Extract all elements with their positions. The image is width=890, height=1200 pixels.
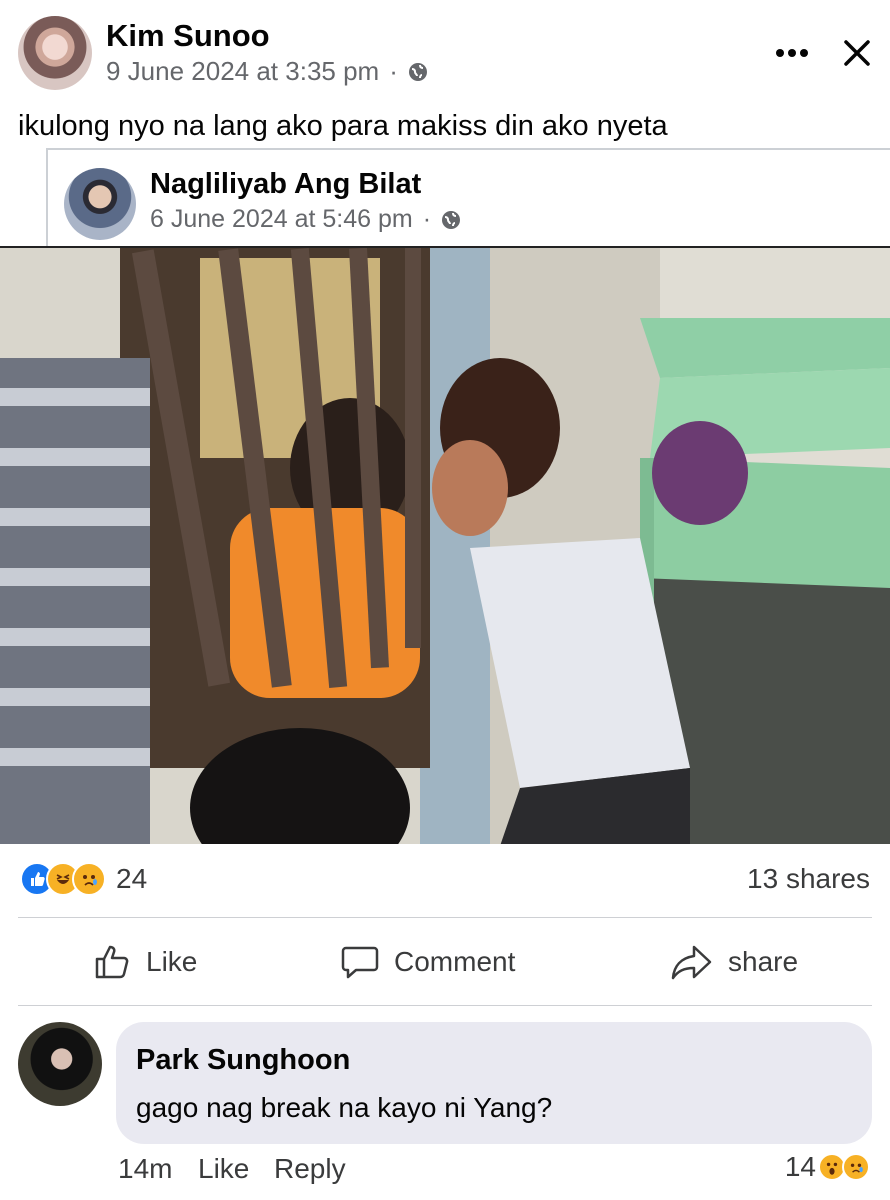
comment-like-button[interactable]: Like [198,1153,249,1185]
post-meta: 9 June 2024 at 3:35 pm · [106,56,428,87]
share-label: share [728,946,799,977]
divider [18,1005,872,1006]
comment-bubble [116,1022,872,1144]
like-label: Like [146,946,198,977]
photo-illustration [0,248,890,844]
post-header: Kim Sunoo 9 June 2024 at 3:35 pm · [0,0,890,110]
reaction-count: 24 [116,863,148,894]
more-options-button[interactable] [772,38,812,68]
shared-post-meta: 6 June 2024 at 5:46 pm · [150,205,461,234]
comment-reaction-summary[interactable]: 14 [785,1151,870,1183]
post-caption: ikulong nyo na lang ako para makiss din … [18,110,668,142]
shared-author-avatar[interactable] [64,168,136,240]
author-name[interactable]: Kim Sunoo [106,18,270,54]
sad-reaction-icon [72,862,106,896]
comment-label: Comment [394,946,516,977]
shared-post-timestamp[interactable]: 6 June 2024 at 5:46 pm [150,205,413,234]
commenter-name[interactable]: Park Sunghoon [136,1044,350,1077]
share-button[interactable]: share [670,940,798,984]
comment-icon [341,946,379,979]
like-button[interactable]: Like [92,940,197,984]
comment-button[interactable]: Comment [340,940,515,984]
comment-reply-button[interactable]: Reply [274,1153,346,1185]
meta-separator: · [422,205,432,233]
sad-reaction-icon [842,1153,870,1181]
reaction-summary[interactable]: 24 [20,862,147,896]
share-count[interactable]: 13 shares [747,863,870,895]
shared-author-name[interactable]: Nagliliyab Ang Bilat [150,168,421,201]
comment-text: gago nag break na kayo ni Yang? [136,1092,553,1123]
thumbs-up-icon [95,945,129,979]
post-timestamp[interactable]: 9 June 2024 at 3:35 pm [106,56,379,87]
meta-separator: · [389,56,398,86]
post-photo[interactable] [0,246,890,844]
comment-reaction-count: 14 [784,1151,816,1182]
globe-icon [408,62,427,81]
divider [18,917,872,918]
commenter-avatar[interactable] [18,1022,102,1106]
globe-icon [442,210,461,229]
comment-time[interactable]: 14m [118,1153,172,1185]
author-avatar[interactable] [18,16,92,90]
close-icon[interactable] [838,34,876,72]
more-options-icon [776,49,784,57]
share-icon [671,945,712,980]
